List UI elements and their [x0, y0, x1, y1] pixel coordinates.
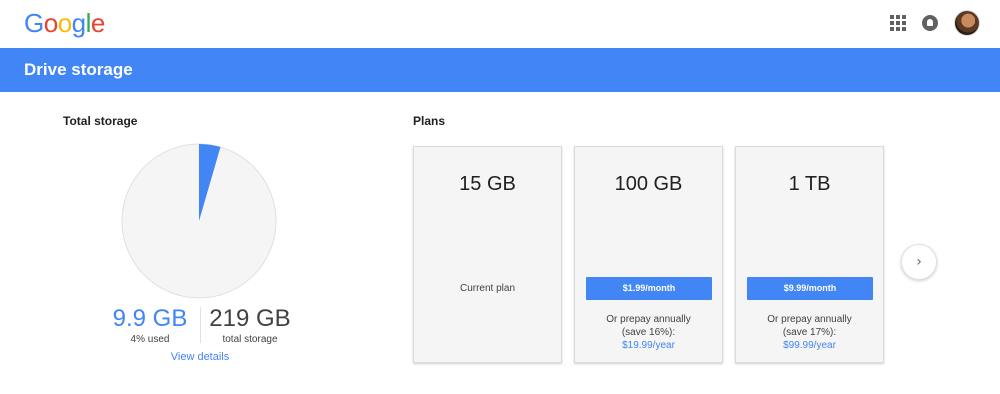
total-storage-label: total storage [222, 334, 278, 345]
annual-offer-line2: (save 17%): [782, 327, 837, 338]
annual-offer-line1: Or prepay annually [606, 314, 691, 325]
total-storage-value: 219 GB [209, 305, 291, 332]
annual-offer-line2: (save 16%): [621, 327, 676, 338]
plan-card-1tb: 1 TB $9.99/month Or prepay annually (sav… [735, 146, 884, 363]
used-storage-label: 4% used [130, 334, 170, 345]
next-plans-button[interactable]: › [901, 244, 937, 280]
storage-pie-chart [121, 143, 277, 299]
page-title: Drive storage [24, 60, 133, 79]
annual-offer: Or prepay annually (save 16%): $19.99/ye… [575, 313, 722, 352]
plan-card-15gb: 15 GB Current plan [413, 146, 562, 363]
annual-offer: Or prepay annually (save 17%): $99.99/ye… [736, 313, 883, 352]
logo-letter-e: e [90, 8, 105, 38]
chevron-right-icon: › [916, 254, 922, 270]
top-app-bar: Google [0, 0, 1000, 48]
top-icons [890, 10, 980, 36]
monthly-price-button[interactable]: $9.99/month [747, 277, 873, 300]
account-avatar[interactable] [954, 10, 980, 36]
current-plan-label: Current plan [459, 283, 516, 294]
annual-price-link[interactable]: $99.99/year [736, 339, 883, 352]
monthly-price-button[interactable]: $1.99/month [586, 277, 712, 300]
total-storage-heading: Total storage [63, 114, 138, 128]
plan-size: 1 TB [788, 173, 831, 195]
used-storage-stat: 9.9 GB 4% used [100, 305, 200, 345]
logo-letter-g2: g [71, 8, 86, 38]
logo-letter-o2: o [57, 8, 72, 38]
logo-letter-g1: G [24, 8, 44, 38]
annual-price-link[interactable]: $19.99/year [575, 339, 722, 352]
total-storage-stat: 219 GB total storage [200, 305, 300, 345]
plans-heading: Plans [413, 114, 446, 128]
logo-letter-o1: o [43, 8, 58, 38]
notifications-icon[interactable] [922, 15, 938, 31]
apps-grid-icon[interactable] [890, 15, 906, 31]
google-logo[interactable]: Google [24, 8, 105, 39]
plan-card-100gb: 100 GB $1.99/month Or prepay annually (s… [574, 146, 723, 363]
view-details-link[interactable]: View details [150, 351, 250, 363]
page-header: Drive storage [0, 48, 1000, 92]
used-storage-value: 9.9 GB [112, 305, 188, 332]
plan-size: 100 GB [614, 173, 683, 195]
annual-offer-line1: Or prepay annually [767, 314, 852, 325]
plan-size: 15 GB [459, 173, 516, 195]
